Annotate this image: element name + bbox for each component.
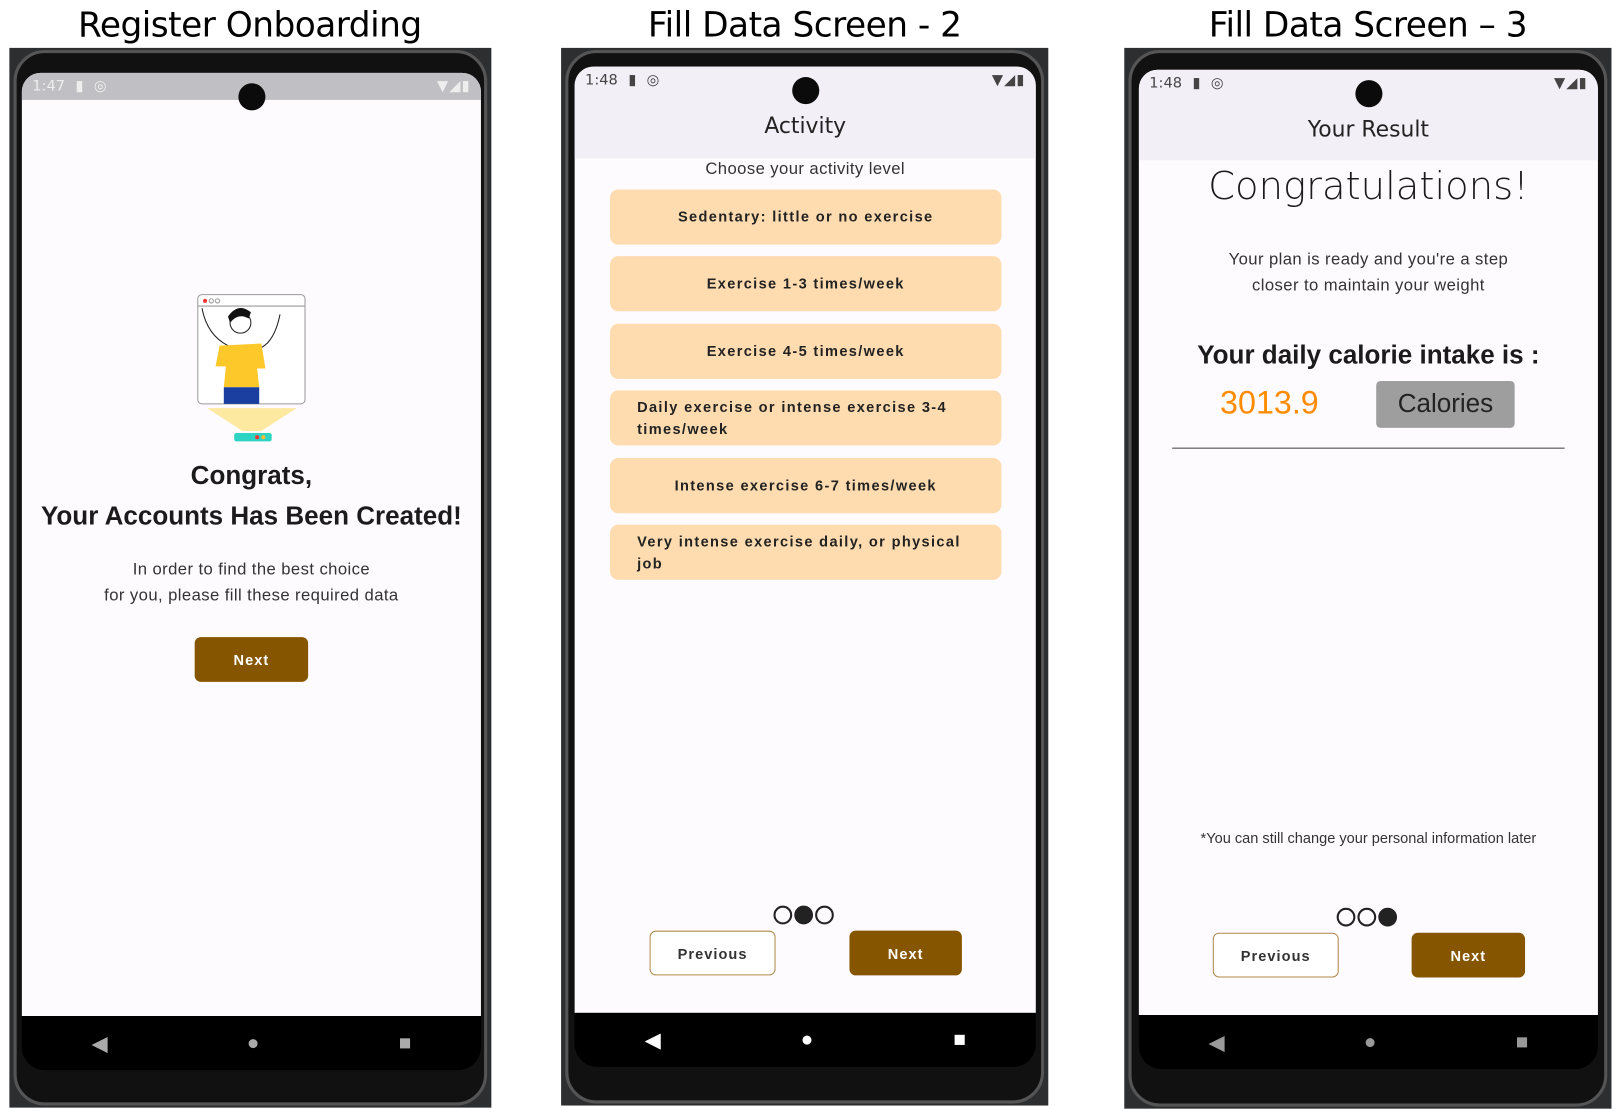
phone-activity: 1:48 ▮ ◎ ▼◢▮ Activity Choose your activit… [561, 47, 1049, 1106]
caption-fill-2: Fill Data Screen - 2 [647, 4, 962, 45]
status-time: 1:47 [32, 78, 66, 95]
wifi-signal-battery-icon: ▼◢▮ [436, 78, 471, 95]
option-very-intense[interactable]: Very intense exercise daily, or physical… [610, 524, 1002, 580]
nav-bar: ◀ ● ■ [574, 1012, 1036, 1068]
screen-activity: 1:48 ▮ ◎ ▼◢▮ Activity Choose your activit… [574, 66, 1036, 1013]
page-dot [1357, 907, 1377, 927]
option-intense-6-7[interactable]: Intense exercise 6-7 times/week [610, 458, 1002, 514]
next-button[interactable]: Next [1411, 932, 1526, 978]
page-dot-active [1378, 907, 1398, 927]
page-dot [1336, 907, 1356, 927]
page-indicator [1336, 907, 1398, 927]
next-button[interactable]: Next [194, 637, 309, 682]
body-line-1: In order to find the best choice [132, 561, 371, 579]
previous-button[interactable]: Previous [1212, 932, 1339, 978]
option-exercise-4-5[interactable]: Exercise 4-5 times/week [610, 323, 1002, 379]
footnote: *You can still change your personal info… [1200, 829, 1537, 847]
page-title: Your Result [1307, 116, 1429, 142]
body-line-2: for you, please fill these required data [104, 587, 399, 605]
page-title: Activity [764, 113, 847, 139]
recents-icon[interactable]: ■ [399, 1031, 412, 1055]
camera-icon [791, 77, 819, 105]
sync-icon: ◎ [646, 71, 660, 89]
divider [1172, 447, 1565, 449]
previous-button[interactable]: Previous [649, 930, 776, 976]
page-dot [773, 905, 793, 925]
option-daily-exercise[interactable]: Daily exercise or intense exercise 3-4 t… [610, 390, 1002, 446]
nav-bar: ◀ ● ■ [21, 1016, 481, 1071]
wifi-signal-battery-icon: ▼◢▮ [991, 71, 1026, 89]
option-sedentary[interactable]: Sedentary: little or no exercise [610, 189, 1002, 245]
sd-card-icon: ▮ [1192, 74, 1201, 92]
calories-unit-badge: Calories [1376, 381, 1515, 428]
heading-line-1: Congrats, [190, 461, 313, 491]
page-dot-active [794, 905, 814, 925]
home-icon[interactable]: ● [247, 1031, 260, 1055]
option-exercise-1-3[interactable]: Exercise 1-3 times/week [610, 256, 1002, 312]
calorie-value: 3013.9 [1220, 384, 1319, 421]
congrats-heading: Congrats, Your Accounts Has Been Created… [22, 456, 481, 537]
sync-icon: ◎ [93, 78, 107, 95]
heading-line-2: Your Accounts Has Been Created! [40, 501, 462, 531]
phone-result: 1:48 ▮ ◎ ▼◢▮ Your Result Congratulations!… [1124, 47, 1612, 1109]
screen-result: 1:48 ▮ ◎ ▼◢▮ Your Result Congratulations!… [1138, 69, 1598, 1015]
sync-icon: ◎ [1210, 74, 1224, 92]
wifi-signal-battery-icon: ▼◢▮ [1553, 74, 1588, 92]
back-icon[interactable]: ◀ [645, 1027, 661, 1053]
sd-card-icon: ▮ [75, 78, 84, 95]
recents-icon[interactable]: ■ [953, 1028, 966, 1052]
camera-icon [1354, 80, 1382, 108]
intake-label: Your daily calorie intake is : [1197, 340, 1540, 370]
status-time: 1:48 [585, 71, 618, 89]
caption-fill-3: Fill Data Screen – 3 [1208, 4, 1528, 45]
nav-bar: ◀ ● ■ [1138, 1014, 1598, 1070]
status-time: 1:48 [1149, 74, 1183, 92]
screen-register: 1:47 ▮ ◎ ▼◢▮ Congrats, Your Accounts Has … [21, 72, 481, 1017]
result-body: Your plan is ready and you're a step clo… [1139, 247, 1598, 299]
onboarding-illustration [197, 294, 306, 442]
camera-icon [237, 83, 265, 111]
home-icon[interactable]: ● [801, 1028, 814, 1052]
back-icon[interactable]: ◀ [1208, 1029, 1224, 1055]
onboarding-body: In order to find the best choice for you… [22, 557, 481, 609]
page-indicator [773, 905, 834, 925]
body-line-1: Your plan is ready and you're a step [1228, 250, 1509, 269]
page-dot [815, 905, 834, 925]
body-line-2: closer to maintain your weight [1251, 276, 1485, 295]
sd-card-icon: ▮ [628, 71, 637, 89]
congratulations-heading: Congratulations! [1208, 163, 1529, 209]
subtitle: Choose your activity level [705, 160, 906, 179]
next-button[interactable]: Next [849, 930, 962, 976]
home-icon[interactable]: ● [1364, 1030, 1377, 1054]
recents-icon[interactable]: ■ [1516, 1030, 1529, 1054]
back-icon[interactable]: ◀ [91, 1030, 107, 1056]
phone-register: 1:47 ▮ ◎ ▼◢▮ Congrats, Your Accounts Has … [9, 47, 492, 1108]
